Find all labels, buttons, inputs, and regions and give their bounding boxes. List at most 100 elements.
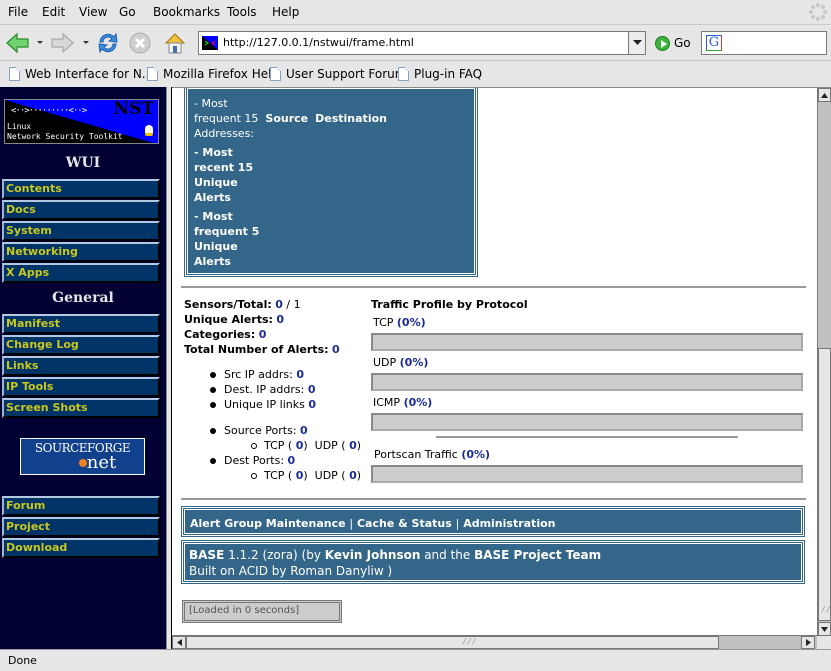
vertical-scroll-thumb[interactable]: // [818, 348, 831, 621]
menu-go[interactable]: Go [119, 5, 136, 19]
frequent-unique-alerts-link[interactable]: - Most frequent 5 Unique Alerts [194, 209, 259, 269]
dest-ip-addrs: Dest. IP addrs: 0 [224, 383, 315, 396]
tcp-label: TCP ( [264, 439, 293, 452]
sidebar-item-contents[interactable]: Contents [2, 179, 160, 199]
url-text[interactable]: http://127.0.0.1/nstwui/frame.html [223, 36, 414, 49]
sidebar-item-change-log[interactable]: Change Log [2, 335, 160, 355]
icmp-traffic-label: ICMP (0%) [373, 396, 432, 409]
destination-addresses-link[interactable]: Destination [315, 112, 387, 125]
scroll-down-button[interactable] [818, 622, 831, 636]
udp-label: UDP ( [314, 469, 346, 482]
menu-file[interactable]: File [8, 5, 28, 19]
go-label: Go [674, 36, 691, 50]
total-alerts-value[interactable]: 0 [332, 343, 340, 356]
base-team-link[interactable]: BASE Project Team [474, 548, 601, 562]
portscan-traffic-bar [371, 465, 803, 483]
sidebar-item-manifest[interactable]: Manifest [2, 314, 160, 334]
sidebar-item-screen-shots[interactable]: Screen Shots [2, 398, 160, 418]
horizontal-scrollbar[interactable]: /// [172, 635, 817, 649]
administration-link[interactable]: Administration [463, 517, 555, 530]
sensors-value[interactable]: 0 [275, 298, 283, 311]
sidebar-item-networking[interactable]: Networking [2, 242, 160, 262]
menu-help[interactable]: Help [272, 5, 299, 19]
nst-logo-arrows: <··>·········<··> [11, 106, 87, 116]
google-icon[interactable]: G [706, 35, 722, 51]
sensors-total-value: / 1 [282, 298, 301, 311]
chevron-down-icon [632, 40, 642, 45]
scroll-up-button[interactable] [818, 88, 831, 102]
alert-menu-box: - Most frequent 15 Source Destination Ad… [184, 88, 478, 277]
link-text: Unique [194, 240, 238, 253]
alert-group-maintenance-link[interactable]: Alert Group Maintenance [190, 517, 346, 530]
source-addresses-link[interactable]: Source [265, 112, 308, 125]
go-button[interactable]: Go [655, 33, 691, 53]
dest-ports-value[interactable]: 0 [288, 454, 296, 467]
unique-links-value[interactable]: 0 [308, 398, 316, 411]
arrow-up-icon [821, 92, 828, 98]
scroll-left-button[interactable] [172, 636, 186, 649]
src-ip-value[interactable]: 0 [296, 368, 304, 381]
protocol-name: UDP [373, 356, 397, 369]
search-box[interactable]: G [701, 31, 827, 55]
protocol-name: ICMP [373, 396, 401, 409]
horizontal-scroll-thumb[interactable]: /// [186, 636, 719, 649]
url-bar[interactable]: http://127.0.0.1/nstwui/frame.html [198, 31, 646, 55]
sidebar-item-x-apps[interactable]: X Apps [2, 263, 160, 283]
menu-bookmarks[interactable]: Bookmarks [153, 5, 220, 19]
nst-logo[interactable]: NST <··>·········<··> Linux Network Secu… [4, 99, 159, 144]
sidebar-item-docs[interactable]: Docs [2, 200, 160, 220]
menu-tools[interactable]: Tools [227, 5, 257, 19]
categories-value[interactable]: 0 [259, 328, 267, 341]
bookmark-user-support-forum[interactable]: User Support Forum [270, 67, 406, 81]
bookmark-web-interface[interactable]: Web Interface for N... [9, 67, 153, 81]
forward-arrow-icon [51, 32, 74, 54]
sidebar-item-links[interactable]: Links [2, 356, 160, 376]
home-button[interactable] [161, 29, 189, 57]
reload-icon [98, 32, 118, 54]
url-history-dropdown[interactable] [628, 32, 645, 54]
menu-edit[interactable]: Edit [42, 5, 65, 19]
src-ip-addrs: Src IP addrs: 0 [224, 368, 304, 381]
source-ports-value[interactable]: 0 [300, 424, 308, 437]
source-udp-value[interactable]: 0 [349, 439, 357, 452]
bookmark-firefox-help[interactable]: Mozilla Firefox Help [147, 67, 279, 81]
tcp-percent[interactable]: (0%) [397, 316, 426, 329]
unique-alerts-value[interactable]: 0 [276, 313, 284, 326]
forward-history-dropdown[interactable] [83, 41, 89, 44]
forward-button[interactable] [48, 29, 76, 57]
bookmark-plugin-faq[interactable]: Plug-in FAQ [398, 67, 482, 81]
bullet-icon [210, 458, 216, 464]
cache-status-link[interactable]: Cache & Status [357, 517, 452, 530]
back-button[interactable] [4, 29, 32, 57]
sidebar-item-forum[interactable]: Forum [2, 496, 160, 516]
reload-button[interactable] [94, 29, 122, 57]
back-history-dropdown[interactable] [37, 41, 43, 44]
admin-links-box: Alert Group Maintenance | Cache & Status… [181, 506, 805, 537]
sidebar-item-download[interactable]: Download [2, 538, 160, 558]
icmp-percent[interactable]: (0%) [404, 396, 433, 409]
recent-unique-alerts-link[interactable]: - Most recent 15 Unique Alerts [194, 145, 253, 205]
portscan-percent[interactable]: (0%) [461, 448, 490, 461]
udp-percent[interactable]: (0%) [400, 356, 429, 369]
dest-ip-value[interactable]: 0 [308, 383, 316, 396]
sidebar-frame: NST <··>·········<··> Linux Network Secu… [0, 87, 166, 649]
stop-button[interactable] [126, 29, 154, 57]
page-icon [9, 67, 20, 81]
base-link[interactable]: BASE [189, 548, 224, 562]
unique-ip-links: Unique IP links 0 [224, 398, 316, 411]
sourceforge-dot-icon [78, 459, 87, 467]
arrow-down-icon [821, 626, 828, 632]
link-separator: | [455, 517, 460, 530]
sourceforge-logo[interactable]: SOURCEFORGE net [20, 438, 145, 475]
dest-udp-value[interactable]: 0 [349, 469, 357, 482]
protocol-name: TCP [373, 316, 394, 329]
paren: ) [303, 439, 308, 452]
sidebar-item-system[interactable]: System [2, 221, 160, 241]
sidebar-item-project[interactable]: Project [2, 517, 160, 537]
menu-bar: File Edit View Go Bookmarks Tools Help [0, 0, 831, 24]
menu-view[interactable]: View [79, 5, 107, 19]
scroll-right-button[interactable] [801, 636, 815, 649]
sidebar-item-ip-tools[interactable]: IP Tools [2, 377, 160, 397]
author-link[interactable]: Kevin Johnson [325, 548, 421, 562]
vertical-scrollbar[interactable]: // [817, 88, 831, 636]
